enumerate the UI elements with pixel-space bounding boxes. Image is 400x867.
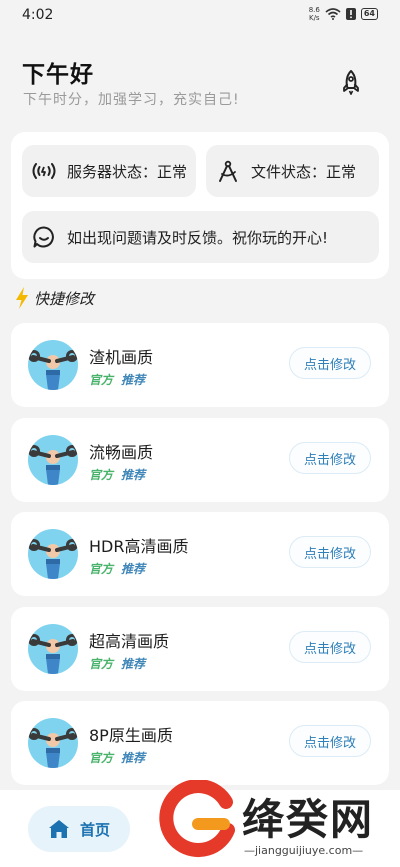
modify-button[interactable]: 点击修改 [289, 536, 371, 568]
nav-home-tab[interactable]: 首页 [28, 806, 130, 852]
quality-title: 超高清画质 [89, 632, 170, 651]
quality-tags: 官方 推荐 [89, 560, 145, 577]
wrench-icon [28, 634, 78, 674]
rocket-button[interactable] [333, 64, 369, 100]
tool-avatar [28, 718, 78, 768]
alert-icon [345, 8, 356, 20]
tag-recommend: 推荐 [121, 373, 146, 387]
quality-title: 8P原生画质 [89, 726, 173, 745]
tag-recommend: 推荐 [121, 751, 146, 765]
tag-recommend: 推荐 [121, 657, 146, 671]
watermark-text: 绛癸网 [242, 795, 375, 844]
greeting-title: 下午好 [22, 62, 94, 88]
modify-button[interactable]: 点击修改 [289, 725, 371, 757]
quality-title: 流畅画质 [89, 443, 154, 462]
quality-tags: 官方 推荐 [89, 466, 145, 483]
notice-chip: 如出现问题请及时反馈。祝你玩的开心! [22, 211, 379, 263]
notice-text: 如出现问题请及时反馈。祝你玩的开心! [67, 228, 329, 247]
quality-card-1: 流畅画质 官方 推荐 点击修改 [11, 418, 389, 502]
watermark: 绛癸网 —jiangguijiuye.com— [152, 772, 400, 867]
tag-official: 官方 [89, 373, 114, 387]
quality-tags: 官方 推荐 [89, 371, 145, 388]
wrench-icon [28, 539, 78, 579]
wrench-icon [28, 350, 78, 390]
nav-home-label: 首页 [79, 820, 110, 839]
modify-button[interactable]: 点击修改 [289, 631, 371, 663]
tag-recommend: 推荐 [121, 562, 146, 576]
file-status-text: 文件状态：正常 [251, 162, 357, 181]
quality-tags: 官方 推荐 [89, 655, 145, 672]
tool-avatar [28, 529, 78, 579]
tag-official: 官方 [89, 657, 114, 671]
section-header: 快捷修改 [14, 286, 94, 310]
home-icon [48, 820, 69, 838]
wifi-icon [325, 8, 341, 20]
watermark-url: —jiangguijiuye.com— [244, 844, 364, 857]
quality-title: 渣机画质 [89, 348, 154, 367]
quality-card-3: 超高清画质 官方 推荐 点击修改 [11, 607, 389, 691]
status-bar: 4:02 8.6 K/s 64 [0, 0, 400, 32]
modify-button[interactable]: 点击修改 [289, 347, 371, 379]
net-speed-value: 8.6 [308, 6, 320, 14]
quality-card-2: HDR高清画质 官方 推荐 点击修改 [11, 512, 389, 596]
tag-official: 官方 [89, 562, 114, 576]
status-card: 服务器状态：正常 文件状态：正常 如出现问题请及时反馈。祝你玩的开心! [11, 132, 389, 279]
net-speed: 8.6 K/s [309, 6, 320, 22]
file-status-chip: 文件状态：正常 [206, 145, 379, 197]
tag-recommend: 推荐 [121, 468, 146, 482]
greeting-subtitle: 下午时分，加强学习，充实自己! [23, 92, 240, 108]
status-time: 4:02 [22, 7, 54, 23]
tool-avatar [28, 624, 78, 674]
wrench-icon [28, 728, 78, 768]
broadcast-icon [30, 157, 58, 185]
tool-avatar [28, 340, 78, 390]
tool-avatar [28, 435, 78, 485]
wrench-icon [28, 445, 78, 485]
quality-tags: 官方 推荐 [89, 749, 145, 766]
quality-card-0: 渣机画质 官方 推荐 点击修改 [11, 323, 389, 407]
chat-icon [30, 223, 58, 251]
net-speed-unit: K/s [308, 14, 320, 22]
modify-button[interactable]: 点击修改 [289, 442, 371, 474]
status-icons: 8.6 K/s 64 [309, 6, 378, 22]
lightning-icon [16, 287, 28, 309]
server-status-chip: 服务器状态：正常 [22, 145, 196, 197]
tag-official: 官方 [89, 751, 114, 765]
watermark-logo [159, 780, 235, 858]
compass-icon [214, 157, 242, 185]
tag-official: 官方 [89, 468, 114, 482]
quality-title: HDR高清画质 [89, 537, 189, 556]
server-status-text: 服务器状态：正常 [67, 162, 188, 181]
rocket-icon [343, 70, 359, 95]
battery-indicator: 64 [360, 8, 378, 20]
section-title: 快捷修改 [34, 289, 95, 308]
